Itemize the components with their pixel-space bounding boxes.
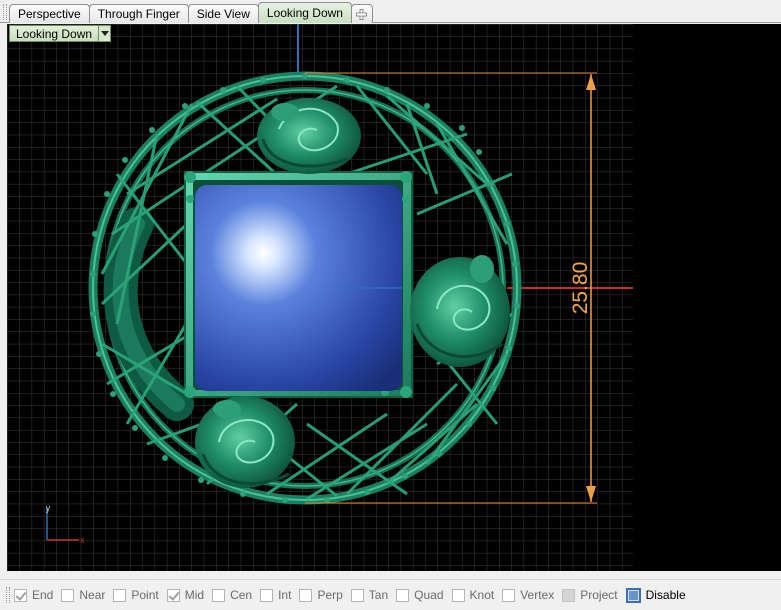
add-viewport-tab-button[interactable] [350, 4, 373, 23]
osnap-vertex-checkbox[interactable] [502, 588, 516, 602]
tab-through-finger[interactable]: Through Finger [88, 4, 189, 23]
osnap-toolbar: End Near Point Mid Cen Int Perp Tan Quad… [0, 579, 781, 610]
viewport-tab-bar: Perspective Through Finger Side View Loo… [0, 0, 781, 23]
viewport-title-dropdown[interactable]: Looking Down [9, 25, 112, 42]
tab-looking-down[interactable]: Looking Down [257, 2, 352, 23]
chevron-down-icon[interactable] [98, 26, 111, 41]
osnap-disable-checkbox[interactable] [625, 587, 641, 603]
x-axis-label: x [80, 535, 85, 545]
osnap-disable[interactable]: Disable [625, 587, 686, 603]
plus-icon [356, 8, 368, 20]
osnap-knot[interactable]: Knot [451, 588, 494, 602]
osnap-cen[interactable]: Cen [212, 588, 252, 602]
osnap-quad[interactable]: Quad [396, 588, 444, 602]
osnap-end[interactable]: End [14, 588, 53, 602]
osnap-vertex[interactable]: Vertex [502, 588, 554, 602]
osnap-near-checkbox[interactable] [61, 588, 75, 602]
osnap-project-checkbox[interactable] [562, 588, 576, 602]
rose-bottom-left [195, 396, 295, 488]
osnap-int-checkbox[interactable] [260, 588, 274, 602]
osnap-perp-checkbox[interactable] [299, 588, 313, 602]
osnap-mid-checkbox[interactable] [166, 588, 180, 602]
tab-perspective[interactable]: Perspective [9, 4, 90, 23]
viewport-title: Looking Down [16, 26, 93, 41]
osnap-project[interactable]: Project [562, 588, 618, 602]
osnap-end-checkbox[interactable] [14, 588, 27, 602]
viewport-scene: 25.80 y x [7, 24, 781, 571]
osnap-quad-checkbox[interactable] [396, 588, 410, 602]
y-axis-label: y [46, 503, 51, 513]
osnap-mid[interactable]: Mid [166, 588, 204, 602]
osnap-near[interactable]: Near [61, 588, 105, 602]
osnap-cen-checkbox[interactable] [212, 588, 226, 602]
osnap-tan-checkbox[interactable] [350, 588, 364, 602]
osnap-knot-checkbox[interactable] [451, 588, 465, 602]
rose-top [257, 98, 361, 174]
osnap-perp[interactable]: Perp [299, 588, 343, 602]
viewport-looking-down[interactable]: Looking Down 25.80 y x [7, 24, 781, 571]
toolbar-grip[interactable] [3, 4, 7, 20]
osnap-point[interactable]: Point [113, 588, 159, 602]
dimension-value-label: 25.80 [569, 262, 592, 315]
toolbar-grip[interactable] [6, 587, 10, 603]
osnap-int[interactable]: Int [260, 588, 291, 602]
osnap-point-checkbox[interactable] [113, 588, 127, 602]
tab-side-view[interactable]: Side View [187, 4, 259, 23]
osnap-tan[interactable]: Tan [350, 588, 388, 602]
